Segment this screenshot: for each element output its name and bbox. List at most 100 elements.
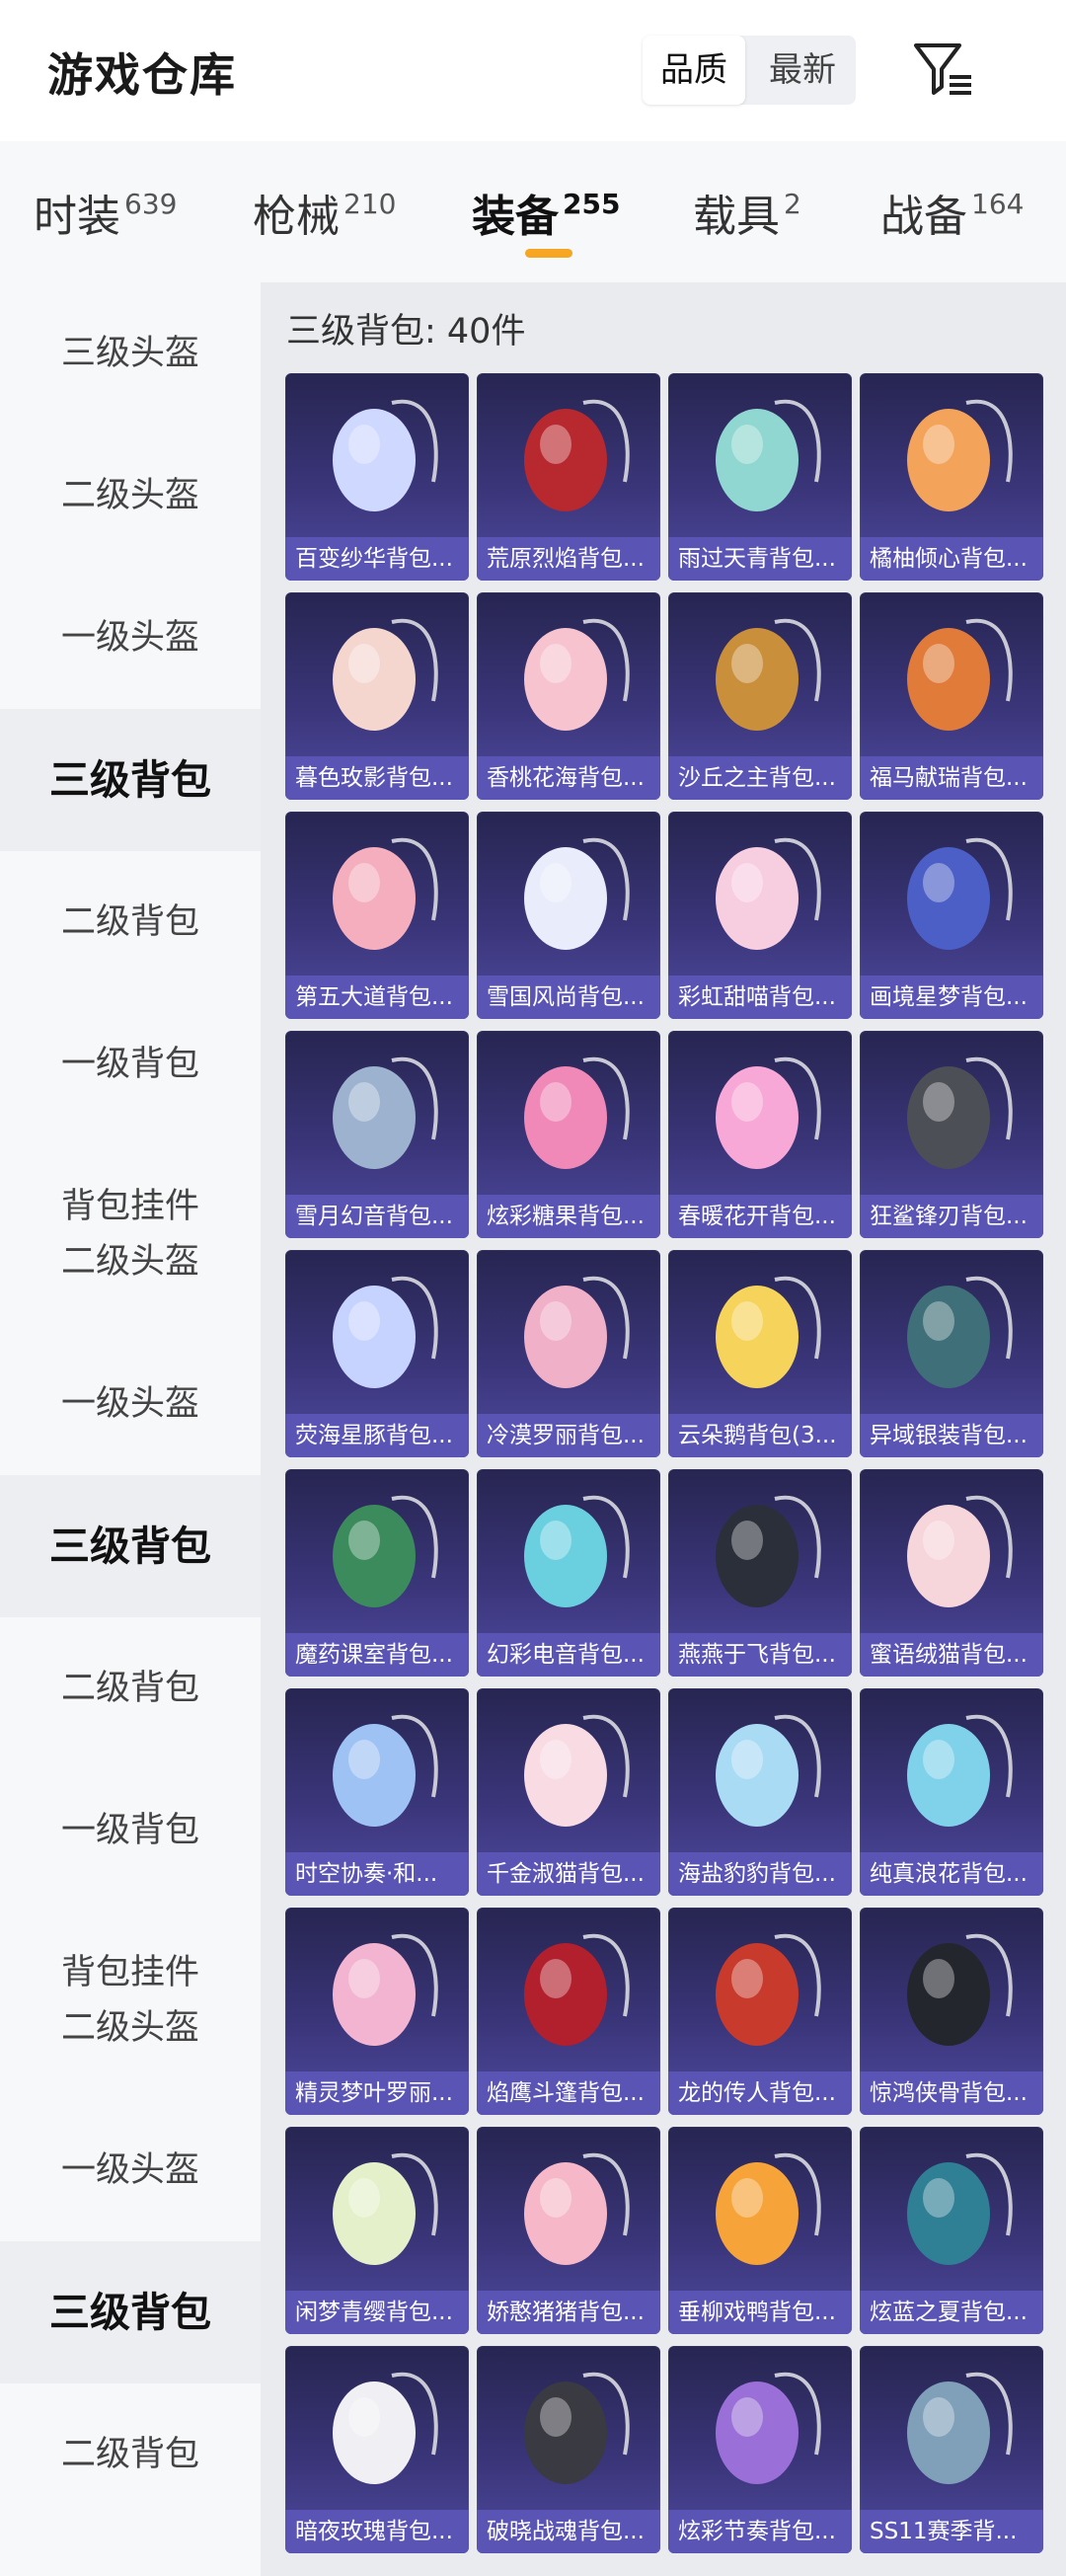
sidebar-item[interactable]: 二级背包: [0, 1617, 261, 1759]
sidebar-item[interactable]: 一级背包: [0, 1759, 261, 1902]
sort-quality-button[interactable]: 品质: [643, 36, 745, 105]
item-card[interactable]: 香桃花海背包...: [477, 592, 660, 800]
item-card[interactable]: 破晓战魂背包...: [477, 2346, 660, 2553]
item-name: 惊鸿侠骨背包...: [860, 2071, 1043, 2115]
item-card[interactable]: 千金淑猫背包...: [477, 1688, 660, 1896]
item-name: 狂鲨锋刃背包...: [860, 1195, 1043, 1238]
filter-icon[interactable]: [910, 39, 975, 99]
item-card[interactable]: 雪月幻音背包...: [285, 1031, 469, 1238]
item-card[interactable]: 纯真浪花背包...: [860, 1688, 1043, 1896]
item-card[interactable]: 冷漠罗丽背包...: [477, 1250, 660, 1457]
item-card[interactable]: 燕燕于飞背包...: [668, 1469, 852, 1677]
item-card[interactable]: 雨过天青背包...: [668, 373, 852, 581]
item-name: 福马献瑞背包...: [860, 756, 1043, 800]
item-card[interactable]: 春暖花开背包...: [668, 1031, 852, 1238]
tab-supplies[interactable]: 战备 164: [880, 181, 1024, 244]
backpack-icon: [716, 618, 821, 731]
backpack-icon: [333, 837, 438, 950]
item-name: 千金淑猫背包...: [477, 1852, 660, 1896]
item-card[interactable]: 焰鹰斗篷背包...: [477, 1908, 660, 2115]
item-card[interactable]: 第五大道背包...: [285, 812, 469, 1019]
sidebar-item[interactable]: 二级背包: [0, 851, 261, 993]
active-tab-indicator: [525, 249, 572, 258]
backpack-icon: [333, 2372, 438, 2484]
backpack-icon: [716, 2372, 821, 2484]
sidebar-item[interactable]: 背包挂件 二级头盔: [0, 1902, 261, 2099]
sidebar-item[interactable]: 一级背包: [0, 993, 261, 1135]
sidebar-item[interactable]: 三级背包: [0, 1475, 261, 1617]
item-card[interactable]: 魔药课室背包...: [285, 1469, 469, 1677]
item-card[interactable]: 炫彩节奏背包...: [668, 2346, 852, 2553]
backpack-icon: [524, 2152, 630, 2265]
item-card[interactable]: 百变纱华背包...: [285, 373, 469, 581]
item-card[interactable]: 荧海星豚背包...: [285, 1250, 469, 1457]
item-card[interactable]: 画境星梦背包...: [860, 812, 1043, 1019]
item-card[interactable]: 荒原烈焰背包...: [477, 373, 660, 581]
item-card[interactable]: 闲梦青缨背包...: [285, 2127, 469, 2334]
sidebar-item[interactable]: 二级背包: [0, 2383, 261, 2526]
item-card[interactable]: 垂柳戏鸭背包...: [668, 2127, 852, 2334]
tab-equipment[interactable]: 装备 255: [472, 181, 620, 244]
item-card[interactable]: 娇憨猪猪背包...: [477, 2127, 660, 2334]
item-card[interactable]: 龙的传人背包...: [668, 1908, 852, 2115]
backpack-icon: [716, 1495, 821, 1607]
item-card[interactable]: 暮色玫影背包...: [285, 592, 469, 800]
item-card[interactable]: 炫彩糖果背包...: [477, 1031, 660, 1238]
item-card[interactable]: 蜜语绒猫背包...: [860, 1469, 1043, 1677]
backpack-icon: [907, 2152, 1013, 2265]
item-card[interactable]: 异域银装背包...: [860, 1250, 1043, 1457]
sort-latest-button[interactable]: 最新: [749, 36, 856, 105]
item-name: 蜜语绒猫背包...: [860, 1633, 1043, 1677]
backpack-icon: [524, 618, 630, 731]
item-card[interactable]: 沙丘之主背包...: [668, 592, 852, 800]
sidebar-item-label: 三级背包: [49, 1522, 211, 1570]
item-card[interactable]: 福马献瑞背包...: [860, 592, 1043, 800]
item-card[interactable]: 狂鲨锋刃背包...: [860, 1031, 1043, 1238]
top-bar: 游戏仓库 品质 最新: [0, 0, 1066, 141]
sidebar-item[interactable]: 三级头盔: [0, 282, 261, 425]
backpack-icon: [333, 399, 438, 511]
item-card[interactable]: 炫蓝之夏背包...: [860, 2127, 1043, 2334]
item-card[interactable]: 时空协奏·和...: [285, 1688, 469, 1896]
tab-weapons[interactable]: 枪械 210: [253, 181, 396, 244]
backpack-icon: [716, 1714, 821, 1827]
item-card[interactable]: 暗夜玫瑰背包...: [285, 2346, 469, 2553]
backpack-icon: [716, 1933, 821, 2046]
item-card[interactable]: 云朵鹅背包(3...: [668, 1250, 852, 1457]
item-card[interactable]: 彩虹甜喵背包...: [668, 812, 852, 1019]
item-name: 异域银装背包...: [860, 1414, 1043, 1457]
item-name: 春暖花开背包...: [668, 1195, 852, 1238]
backpack-icon: [907, 1714, 1013, 1827]
sidebar-item[interactable]: 一级头盔: [0, 2099, 261, 2241]
item-name: 雨过天青背包...: [668, 537, 852, 581]
tab-vehicles[interactable]: 载具 2: [693, 181, 801, 244]
item-name: 海盐豹豹背包...: [668, 1852, 852, 1896]
sidebar-item[interactable]: 三级背包: [0, 709, 261, 851]
sidebar-item-label: 三级头盔: [60, 334, 199, 373]
item-card[interactable]: 海盐豹豹背包...: [668, 1688, 852, 1896]
item-name: 炫蓝之夏背包...: [860, 2291, 1043, 2334]
sidebar-item[interactable]: 三级背包: [0, 2241, 261, 2383]
item-card[interactable]: 惊鸿侠骨背包...: [860, 1908, 1043, 2115]
sidebar-item-label: 背包挂件: [60, 1187, 199, 1226]
sidebar-item[interactable]: 二级头盔: [0, 425, 261, 567]
backpack-icon: [524, 399, 630, 511]
item-card[interactable]: SS11赛季背...: [860, 2346, 1043, 2553]
item-card[interactable]: 精灵梦叶罗丽...: [285, 1908, 469, 2115]
backpack-icon: [524, 1056, 630, 1169]
item-card[interactable]: 雪国风尚背包...: [477, 812, 660, 1019]
item-card[interactable]: 橘柚倾心背包...: [860, 373, 1043, 581]
sidebar-item[interactable]: 一级头盔: [0, 567, 261, 709]
item-name: 暗夜玫瑰背包...: [285, 2510, 469, 2553]
sort-toggle: 品质 最新: [643, 36, 856, 105]
item-card[interactable]: 幻彩电音背包...: [477, 1469, 660, 1677]
backpack-icon: [716, 1276, 821, 1388]
page-title: 游戏仓库: [47, 48, 237, 102]
tab-fashion[interactable]: 时装 639: [34, 181, 177, 244]
item-name: 画境星梦背包...: [860, 976, 1043, 1019]
sidebar-item[interactable]: 一级头盔: [0, 1333, 261, 1475]
sidebar-item[interactable]: 背包挂件 二级头盔: [0, 1135, 261, 1333]
backpack-icon: [524, 1495, 630, 1607]
backpack-icon: [524, 1714, 630, 1827]
backpack-icon: [333, 1056, 438, 1169]
